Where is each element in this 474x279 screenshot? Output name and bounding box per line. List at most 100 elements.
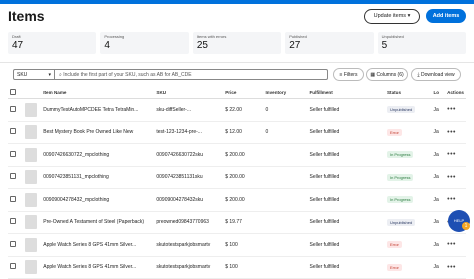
columns-button[interactable]: ▦ Columns (6)	[366, 68, 408, 81]
select-all-cell	[8, 86, 24, 99]
item-status-cell: Error	[384, 256, 432, 279]
stat-draft[interactable]: Draft 47	[8, 32, 97, 54]
item-inventory	[263, 256, 308, 279]
more-actions-icon[interactable]: •••	[447, 196, 456, 203]
col-lo[interactable]: Lo	[431, 86, 446, 99]
row-checkbox[interactable]	[10, 240, 16, 247]
filters-label: Filters	[343, 72, 358, 78]
search-type-value: SKU	[17, 72, 28, 78]
more-actions-icon[interactable]: •••	[447, 151, 456, 158]
row-select-cell	[8, 233, 24, 257]
stat-value: 4	[104, 40, 110, 51]
item-sku: skutotestsparkjobsmartv	[154, 233, 224, 257]
item-name[interactable]: Best Mystery Book Pre Owned Like New	[41, 121, 155, 144]
page-title: Items	[8, 8, 45, 24]
item-name[interactable]: Apple Watch Series 8 GPS 41mm Silver...	[41, 256, 155, 279]
table-row[interactable]: Apple Watch Series 8 GPS 41mm Silver... s…	[8, 233, 466, 257]
search-type-select[interactable]: SKU ▾	[13, 69, 55, 80]
stat-processing[interactable]: Processing 4	[100, 32, 189, 54]
item-status-cell: In Progress	[384, 143, 432, 167]
download-label: Download view	[420, 72, 455, 78]
item-name[interactable]: 00909004278432_mpclothing	[41, 188, 155, 212]
table-row[interactable]: DummyTestAutoMPCDEE Tetra TetraMin... sku…	[8, 98, 466, 122]
table-header-row: Item Name SKU Price Inventory Fulfillmen…	[8, 86, 466, 99]
table-row[interactable]: Pre-Owned A Testament of Steel (Paperbac…	[8, 211, 466, 234]
status-badge: Error	[386, 128, 402, 136]
items-table: Item Name SKU Price Inventory Fulfillmen…	[8, 86, 466, 279]
stat-label: Draft	[12, 34, 21, 39]
item-name[interactable]: DummyTestAutoMPCDEE Tetra TetraMin...	[41, 98, 155, 122]
stat-errors[interactable]: Items with errors 25	[192, 32, 282, 54]
col-inventory[interactable]: Inventory	[263, 86, 308, 99]
table-row[interactable]: 00909004278432_mpclothing 00909004278432s…	[8, 188, 466, 212]
item-price: $ 12.00	[223, 121, 264, 144]
item-lo: Ja	[431, 211, 446, 234]
item-lo: Ja	[431, 121, 446, 144]
status-badge: In Progress	[386, 173, 414, 181]
chevron-down-icon: ▾	[48, 72, 51, 78]
update-items-button[interactable]: Update items ▾	[364, 9, 420, 24]
row-checkbox[interactable]	[10, 195, 16, 202]
col-fulfillment[interactable]: Fulfillment	[307, 86, 385, 99]
add-items-button[interactable]: Add items	[426, 9, 466, 23]
row-select-cell	[8, 166, 24, 189]
item-thumbnail	[25, 102, 38, 117]
col-status[interactable]: Status	[384, 86, 432, 99]
search-input[interactable]: ⌕ Include the first part of your SKU, su…	[55, 69, 328, 80]
item-fulfillment: Seller fulfilled	[307, 211, 385, 234]
stat-label: Unpublished	[381, 34, 404, 39]
status-badge: Unpublished	[386, 218, 416, 226]
row-checkbox[interactable]	[10, 218, 16, 225]
item-status-cell: In Progress	[384, 188, 432, 212]
row-checkbox[interactable]	[10, 263, 16, 270]
item-thumbnail	[25, 147, 38, 162]
more-actions-icon[interactable]: •••	[447, 264, 456, 271]
filters-button[interactable]: ≡ Filters	[333, 68, 364, 81]
table-row[interactable]: Best Mystery Book Pre Owned Like New test…	[8, 121, 466, 144]
status-summary: Draft 47 Processing 4 Items with errors 25 …	[8, 32, 467, 54]
table-row[interactable]: Apple Watch Series 8 GPS 41mm Silver... s…	[8, 256, 466, 279]
select-all-checkbox[interactable]	[10, 88, 16, 95]
item-actions-cell: •••	[445, 256, 466, 279]
col-sku[interactable]: SKU	[154, 86, 224, 99]
item-inventory: 0	[263, 121, 308, 144]
search-placeholder: Include the first part of your SKU, such…	[63, 72, 192, 78]
more-actions-icon[interactable]: •••	[447, 241, 456, 248]
item-name[interactable]: 00907423851131_mpclothing	[41, 166, 155, 189]
download-view-button[interactable]: ⤓ Download view	[411, 68, 461, 81]
help-count-badge: 1	[462, 222, 470, 230]
item-sku: 00907423851131sku	[154, 166, 224, 189]
item-inventory	[263, 188, 308, 212]
item-name[interactable]: Apple Watch Series 8 GPS 41mm Silver...	[41, 233, 155, 257]
more-actions-icon[interactable]: •••	[447, 174, 456, 181]
row-select-cell	[8, 121, 24, 144]
table-row[interactable]: 00907423851131_mpclothing 00907423851131s…	[8, 166, 466, 189]
status-badge: In Progress	[386, 151, 414, 159]
row-checkbox[interactable]	[10, 128, 16, 135]
row-checkbox[interactable]	[10, 105, 16, 112]
item-lo: Ja	[431, 98, 446, 122]
row-checkbox[interactable]	[10, 173, 16, 180]
stat-label: Processing	[104, 34, 125, 39]
item-price: $ 100	[223, 233, 264, 257]
more-actions-icon[interactable]: •••	[447, 106, 456, 113]
item-status-cell: Error	[384, 121, 432, 144]
stat-unpublished[interactable]: Unpublished 5	[377, 32, 467, 54]
item-inventory	[263, 166, 308, 189]
item-actions-cell: •••	[445, 188, 466, 212]
item-thumbnail	[25, 237, 38, 252]
more-actions-icon[interactable]: •••	[447, 129, 456, 136]
item-name[interactable]: Pre-Owned A Testament of Steel (Paperbac…	[41, 211, 155, 234]
col-price[interactable]: Price	[223, 86, 264, 99]
item-lo: Ja	[431, 166, 446, 189]
row-select-cell	[8, 211, 24, 234]
columns-label: Columns (6)	[376, 72, 404, 78]
item-actions-cell: •••	[445, 233, 466, 257]
row-checkbox[interactable]	[10, 150, 16, 157]
col-item-name[interactable]: Item Name	[41, 86, 155, 99]
item-name[interactable]: 00907426630722_mpclothing	[41, 143, 155, 167]
row-select-cell	[8, 256, 24, 279]
item-actions-cell: •••	[445, 121, 466, 144]
stat-published[interactable]: Published 27	[285, 32, 374, 54]
table-row[interactable]: 00907426630722_mpclothing 00907426630722s…	[8, 143, 466, 167]
